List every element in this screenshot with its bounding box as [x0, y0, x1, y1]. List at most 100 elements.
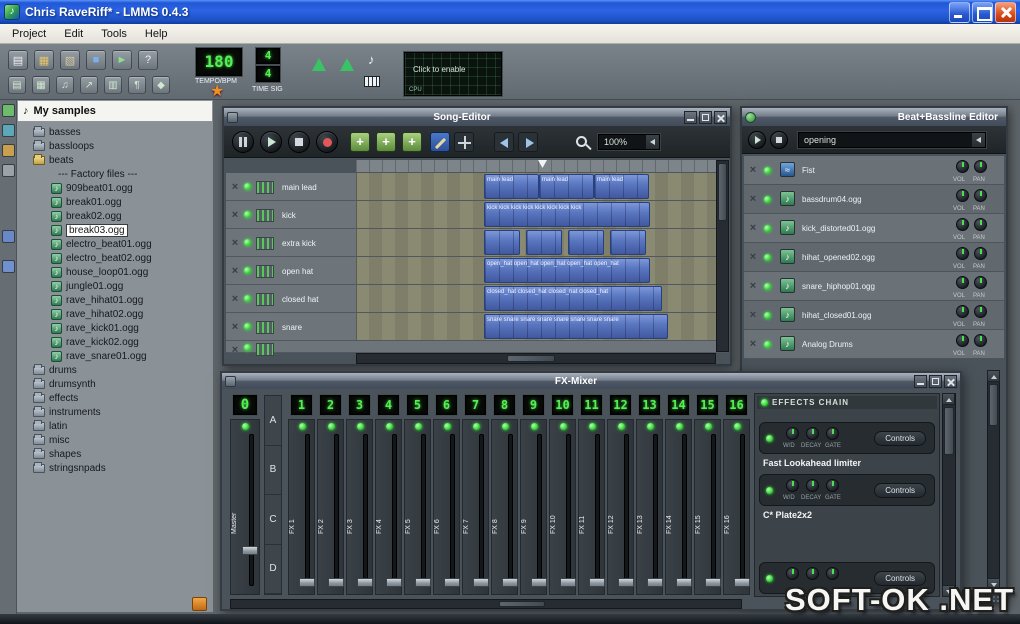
toggle-fx-mixer-button[interactable]: ▥	[104, 76, 122, 94]
jump-end-button[interactable]	[518, 132, 538, 152]
track-type-icon[interactable]	[256, 237, 274, 250]
track-mute-led[interactable]	[244, 239, 251, 246]
track-name[interactable]: closed hat	[282, 295, 318, 304]
track-mute-led[interactable]	[764, 283, 771, 290]
play-button[interactable]	[748, 131, 766, 149]
channel-led[interactable]	[589, 423, 596, 430]
tree-item[interactable]: break03.ogg	[17, 223, 213, 237]
edit-mode-button[interactable]	[454, 132, 474, 152]
channel-strip[interactable]: FX 4	[375, 419, 402, 595]
tempo-lcd[interactable]: 180	[196, 48, 242, 76]
toggle-project-notes-button[interactable]: ¶	[128, 76, 146, 94]
track-grip-icon[interactable]: ×	[228, 292, 242, 306]
tree-item[interactable]: rave_kick02.ogg	[17, 335, 213, 349]
toggle-automation-editor-button[interactable]: ↗	[80, 76, 98, 94]
window-maximize-icon[interactable]	[699, 111, 712, 124]
scrollbar-thumb[interactable]	[944, 407, 954, 455]
instrument-name[interactable]: hihat_opened02.ogg	[802, 253, 875, 262]
record-button[interactable]	[316, 131, 338, 153]
channel-led[interactable]	[386, 423, 393, 430]
volume-knob[interactable]	[956, 276, 969, 289]
close-button[interactable]	[995, 2, 1016, 23]
instrument-name[interactable]: snare_hiphop01.ogg	[802, 282, 875, 291]
tree-item[interactable]: misc	[17, 433, 213, 447]
time-sig-denominator-lcd[interactable]: 4	[256, 66, 280, 82]
fader-handle[interactable]	[328, 578, 344, 587]
effect-enable-led[interactable]	[766, 487, 773, 494]
pattern-block[interactable]	[484, 230, 520, 255]
track-mute-led[interactable]	[244, 344, 251, 351]
track-mute-led[interactable]	[764, 254, 771, 261]
menu-item[interactable]: Tools	[92, 26, 136, 42]
zoom-level-combo[interactable]: 100%	[598, 134, 660, 150]
pan-knob[interactable]	[974, 218, 987, 231]
channel-led[interactable]	[242, 423, 249, 430]
tree-item[interactable]: basses	[17, 125, 213, 139]
scrollbar-thumb[interactable]	[507, 355, 555, 362]
track-type-icon[interactable]	[256, 343, 274, 356]
channel-led[interactable]	[734, 423, 741, 430]
track-mute-led[interactable]	[764, 312, 771, 319]
tree-item[interactable]: bassloops	[17, 139, 213, 153]
fx-channel[interactable]: 9 FX 9	[520, 395, 547, 595]
tree-item[interactable]: break01.ogg	[17, 195, 213, 209]
controls-button[interactable]: Controls	[874, 431, 926, 446]
track-grip-icon[interactable]: ×	[746, 337, 760, 351]
bank-cell[interactable]: C	[265, 495, 281, 545]
track-mute-led[interactable]	[244, 267, 251, 274]
fader-handle[interactable]	[647, 578, 663, 587]
track-name[interactable]: main lead	[282, 183, 317, 192]
pan-knob[interactable]	[974, 189, 987, 202]
channel-strip[interactable]: FX 7	[462, 419, 489, 595]
channel-led[interactable]	[618, 423, 625, 430]
channel-strip[interactable]: FX 11	[578, 419, 605, 595]
volume-knob[interactable]	[956, 189, 969, 202]
draw-mode-button[interactable]	[430, 132, 450, 152]
open-recent-button[interactable]: ▧	[60, 50, 80, 70]
fader-handle[interactable]	[560, 578, 576, 587]
tree-item[interactable]: beats	[17, 153, 213, 167]
fx-mixer-titlebar[interactable]: FX-Mixer	[222, 373, 960, 389]
channel-led[interactable]	[357, 423, 364, 430]
bank-cell[interactable]: B	[265, 446, 281, 496]
fader-handle[interactable]	[299, 578, 315, 587]
track-mute-led[interactable]	[244, 295, 251, 302]
song-horizontal-scrollbar[interactable]	[356, 353, 716, 364]
scrollbar-thumb[interactable]	[989, 384, 998, 426]
bank-cell[interactable]: A	[265, 396, 281, 446]
pattern-selector-combo[interactable]: opening	[798, 132, 986, 148]
track-grip-icon[interactable]: ×	[228, 343, 242, 357]
pattern-block[interactable]: main lead	[594, 174, 649, 199]
tree-item[interactable]: instruments	[17, 405, 213, 419]
channel-strip[interactable]: FX 3	[346, 419, 373, 595]
help-button[interactable]: ?	[138, 50, 158, 70]
tree-item[interactable]: rave_kick01.ogg	[17, 321, 213, 335]
pattern-block[interactable]	[568, 230, 604, 255]
stop-button[interactable]	[288, 131, 310, 153]
effect-slot[interactable]: W/D DECAY GATE Controls	[759, 474, 935, 506]
scrollbar-thumb[interactable]	[499, 601, 545, 607]
pattern-block[interactable]	[610, 230, 646, 255]
minimize-button[interactable]	[949, 2, 970, 23]
track-grip-icon[interactable]: ×	[746, 163, 760, 177]
bb-editor-titlebar[interactable]: Beat+Bassline Editor	[742, 108, 1006, 126]
song-vertical-scrollbar[interactable]	[716, 160, 729, 352]
fader-handle[interactable]	[618, 578, 634, 587]
channel-strip[interactable]: FX 12	[607, 419, 634, 595]
effect-slot[interactable]: W/D DECAY GATE Controls	[759, 422, 935, 454]
tree-item[interactable]: electro_beat01.ogg	[17, 237, 213, 251]
volume-knob[interactable]	[956, 218, 969, 231]
fader-handle[interactable]	[705, 578, 721, 587]
track-timeline[interactable]	[356, 229, 716, 256]
pan-knob[interactable]	[974, 160, 987, 173]
pattern-block[interactable]: open_hat open_hat open_hat open_hat open…	[484, 258, 650, 283]
channel-led[interactable]	[502, 423, 509, 430]
volume-knob[interactable]	[956, 160, 969, 173]
fader-handle[interactable]	[589, 578, 605, 587]
track-type-icon[interactable]	[256, 321, 274, 334]
effect-enable-led[interactable]	[766, 575, 773, 582]
volume-knob[interactable]	[956, 247, 969, 260]
volume-knob[interactable]	[956, 334, 969, 347]
instrument-name[interactable]: Fist	[802, 166, 815, 175]
decay-knob[interactable]	[806, 427, 819, 440]
